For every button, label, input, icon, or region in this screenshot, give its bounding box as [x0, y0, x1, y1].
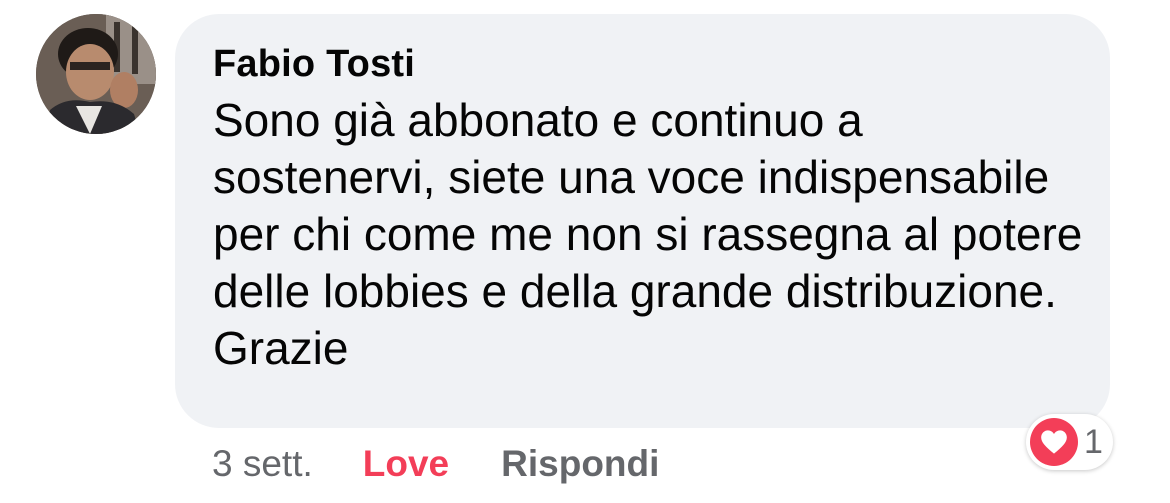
- avatar[interactable]: [36, 14, 156, 134]
- comment-actions: 3 sett. Love Rispondi: [212, 440, 659, 488]
- timestamp[interactable]: 3 sett.: [212, 440, 313, 488]
- author-name[interactable]: Fabio Tosti: [213, 40, 1090, 88]
- comment: Fabio Tosti Sono già abbonato e continuo…: [0, 0, 1170, 503]
- profile-photo: [36, 14, 156, 134]
- reactions-badge[interactable]: 1: [1026, 414, 1113, 470]
- comment-text: Sono già abbonato e continuo a sostenerv…: [213, 94, 1083, 374]
- reply-button[interactable]: Rispondi: [501, 440, 659, 488]
- heart-icon: [1030, 418, 1078, 466]
- reaction-count: 1: [1084, 423, 1103, 461]
- comment-bubble: Fabio Tosti Sono già abbonato e continuo…: [175, 14, 1110, 428]
- love-button[interactable]: Love: [363, 440, 449, 488]
